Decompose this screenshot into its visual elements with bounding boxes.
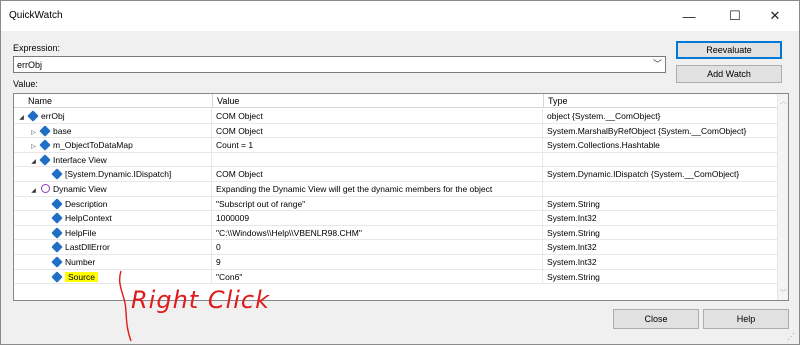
column-header-name[interactable]: Name — [14, 94, 213, 108]
object-icon — [51, 241, 63, 254]
row-name: Interface View — [53, 154, 107, 165]
expression-input[interactable]: errObj — [13, 56, 666, 73]
object-icon — [51, 168, 63, 181]
table-row[interactable]: ▷ m_ObjectToDataMap Count = 1 System.Collec… — [14, 138, 778, 153]
row-type-cell: System.String — [547, 271, 600, 282]
value-label: Value: — [13, 79, 38, 89]
row-name-cell[interactable]: HelpContext — [14, 211, 212, 226]
table-row[interactable]: HelpFile "C:\\Windows\\Help\\VBENLR98.CHM… — [14, 225, 778, 241]
row-value-cell[interactable]: Count = 1 — [213, 138, 543, 153]
quickwatch-dialog: QuickWatch — ☐ ✕ Expression: errObj ﹀ Va… — [0, 0, 800, 345]
row-name-cell[interactable]: Number — [14, 254, 212, 269]
row-type-cell: System.String — [547, 227, 600, 238]
row-type-cell: System.Int32 — [547, 242, 597, 253]
vertical-scrollbar[interactable]: ︿ ﹀ — [777, 94, 788, 300]
row-name: base — [53, 125, 72, 136]
row-name-cell[interactable]: ▷ base — [14, 123, 212, 138]
row-name: Dynamic View — [53, 183, 107, 194]
row-name: LastDllError — [65, 242, 110, 253]
table-row[interactable]: [System.Dynamic.IDispatch] COM Object Syst… — [14, 167, 778, 182]
object-icon — [51, 227, 63, 239]
scroll-down-icon[interactable]: ﹀ — [778, 288, 788, 298]
row-name: Number — [65, 256, 96, 267]
table-row[interactable]: HelpContext 1000009 System.Int32 — [14, 211, 778, 226]
object-icon — [51, 212, 63, 224]
row-type-cell — [544, 182, 778, 196]
row-name-cell[interactable]: Description — [14, 196, 212, 211]
row-type-cell: System.Int32 — [547, 256, 597, 267]
row-value-cell[interactable]: COM Object — [213, 167, 543, 182]
add-watch-button[interactable]: Add Watch — [676, 65, 782, 83]
table-row[interactable]: Description "Subscript out of range" Syste… — [14, 196, 778, 212]
expander-icon[interactable]: ▷ — [29, 140, 38, 152]
row-value-cell[interactable]: COM Object — [213, 109, 543, 123]
row-type-cell: System.MarshalByRefObject {System.__ComO… — [547, 125, 747, 136]
object-icon — [27, 110, 39, 122]
row-name-cell[interactable]: ▷ m_ObjectToDataMap — [14, 138, 212, 153]
window-title: QuickWatch — [9, 10, 63, 21]
row-type-cell: object {System.__ComObject} — [547, 111, 661, 121]
table-row[interactable]: ◢ errObj COM Object object {System.__ComObj… — [14, 109, 778, 124]
grid-header: Name Value Type — [14, 94, 778, 108]
annotation-text: Right Click — [131, 286, 271, 314]
expander-icon[interactable]: ◢ — [29, 184, 38, 196]
row-name-cell[interactable]: ◢ Dynamic View — [14, 181, 212, 196]
row-name-cell[interactable]: HelpFile — [14, 225, 212, 240]
row-name-cell[interactable]: [System.Dynamic.IDispatch] — [14, 167, 212, 182]
row-value-cell[interactable]: 1000009 — [213, 211, 543, 226]
object-icon — [39, 154, 51, 166]
table-row[interactable]: ▷ base COM Object System.MarshalByRefObject… — [14, 123, 778, 139]
row-name: HelpContext — [65, 213, 112, 224]
row-value-cell[interactable]: 9 — [213, 254, 543, 269]
object-icon — [51, 197, 63, 210]
reevaluate-button[interactable]: Reevaluate — [676, 41, 782, 59]
object-icon — [51, 270, 63, 283]
row-value-cell[interactable]: "Subscript out of range" — [213, 196, 543, 211]
help-button[interactable]: Help — [703, 309, 789, 329]
table-row[interactable]: ◢ Interface View — [14, 152, 778, 168]
row-name: Source — [65, 271, 98, 282]
minimize-button[interactable]: — — [667, 1, 711, 31]
row-type-cell — [544, 153, 778, 167]
row-name-cell[interactable]: LastDllError — [14, 240, 212, 255]
row-name: [System.Dynamic.IDispatch] — [65, 169, 172, 180]
expression-label: Expression: — [13, 43, 61, 53]
row-value-cell[interactable]: COM Object — [213, 123, 543, 138]
object-icon — [51, 256, 63, 268]
object-icon — [39, 124, 51, 137]
resize-grip-icon[interactable]: ⋰ — [787, 332, 797, 342]
column-header-type[interactable]: Type — [544, 94, 778, 108]
row-type-cell: System.Collections.Hashtable — [547, 140, 660, 151]
row-name: HelpFile — [65, 227, 97, 238]
row-value-cell[interactable] — [213, 152, 543, 167]
row-type-cell: System.String — [547, 198, 600, 209]
row-type-cell: System.Int32 — [547, 213, 597, 224]
table-row[interactable]: LastDllError 0 System.Int32 — [14, 240, 778, 255]
expander-icon[interactable]: ▷ — [29, 126, 38, 138]
row-type-cell: System.Dynamic.IDispatch {System.__ComOb… — [547, 169, 740, 180]
row-name: m_ObjectToDataMap — [53, 140, 133, 151]
column-header-value[interactable]: Value — [213, 94, 544, 108]
title-bar: QuickWatch — ☐ ✕ — [1, 1, 799, 31]
grid-rows: ◢ errObj COM Object object {System.__ComObj… — [14, 109, 778, 285]
expander-icon[interactable]: ◢ — [29, 155, 38, 167]
row-name-cell[interactable]: ◢ errObj — [14, 109, 212, 123]
row-name: errObj — [41, 111, 65, 121]
maximize-button[interactable]: ☐ — [713, 1, 757, 31]
row-value-cell[interactable]: "C:\\Windows\\Help\\VBENLR98.CHM" — [213, 225, 543, 240]
row-name: Description — [65, 198, 108, 209]
close-button[interactable]: Close — [613, 309, 699, 329]
row-value-cell[interactable]: 0 — [213, 240, 543, 255]
chevron-down-icon[interactable]: ﹀ — [651, 58, 664, 71]
private-field-icon — [39, 139, 51, 151]
row-value-cell[interactable]: Expanding the Dynamic View will get the … — [213, 181, 543, 196]
table-row[interactable]: ◢ Dynamic View Expanding the Dynamic View … — [14, 181, 778, 197]
scroll-up-icon[interactable]: ︿ — [778, 96, 788, 106]
dynamic-view-icon — [41, 183, 50, 193]
row-name-cell[interactable]: ◢ Interface View — [14, 152, 212, 167]
expander-icon[interactable]: ◢ — [17, 111, 26, 123]
close-window-button[interactable]: ✕ — [753, 1, 797, 31]
table-row[interactable]: Number 9 System.Int32 — [14, 254, 778, 270]
